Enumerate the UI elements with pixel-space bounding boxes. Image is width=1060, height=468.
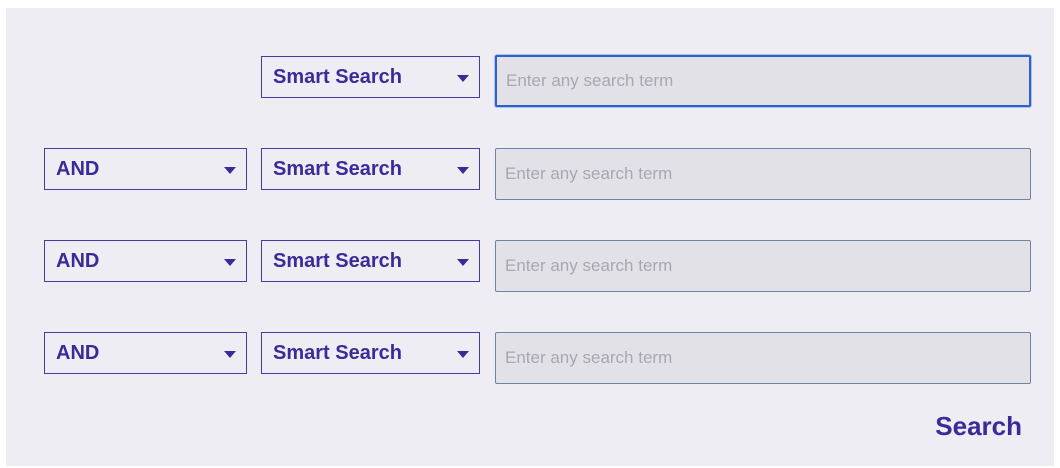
search-row-1: Smart Search (6, 55, 1054, 110)
field-select[interactable]: Smart Search (261, 148, 480, 190)
caret-down-icon (457, 75, 469, 82)
search-term-input[interactable] (495, 55, 1031, 107)
caret-down-icon (224, 351, 236, 358)
field-select-label: Smart Search (273, 66, 402, 88)
search-term-input[interactable] (495, 240, 1031, 292)
field-select-label: Smart Search (273, 342, 402, 364)
search-row-3: AND Smart Search (6, 240, 1054, 294)
boolean-operator-select[interactable]: AND (44, 240, 247, 282)
boolean-operator-select[interactable]: AND (44, 332, 247, 374)
field-select-label: Smart Search (273, 250, 402, 272)
field-select[interactable]: Smart Search (261, 56, 480, 98)
search-row-2: AND Smart Search (6, 148, 1054, 202)
caret-down-icon (457, 351, 469, 358)
field-select[interactable]: Smart Search (261, 332, 480, 374)
caret-down-icon (457, 167, 469, 174)
caret-down-icon (224, 167, 236, 174)
search-row-4: AND Smart Search (6, 332, 1054, 386)
caret-down-icon (457, 259, 469, 266)
advanced-search-panel: Smart Search AND Smart Search AND Smart … (6, 8, 1054, 466)
field-select-label: Smart Search (273, 158, 402, 180)
search-term-input[interactable] (495, 148, 1031, 200)
search-button[interactable]: Search (935, 411, 1022, 442)
search-term-input[interactable] (495, 332, 1031, 384)
boolean-operator-select[interactable]: AND (44, 148, 247, 190)
field-select[interactable]: Smart Search (261, 240, 480, 282)
caret-down-icon (224, 259, 236, 266)
boolean-operator-label: AND (56, 158, 100, 180)
boolean-operator-label: AND (56, 250, 100, 272)
boolean-operator-label: AND (56, 342, 100, 364)
